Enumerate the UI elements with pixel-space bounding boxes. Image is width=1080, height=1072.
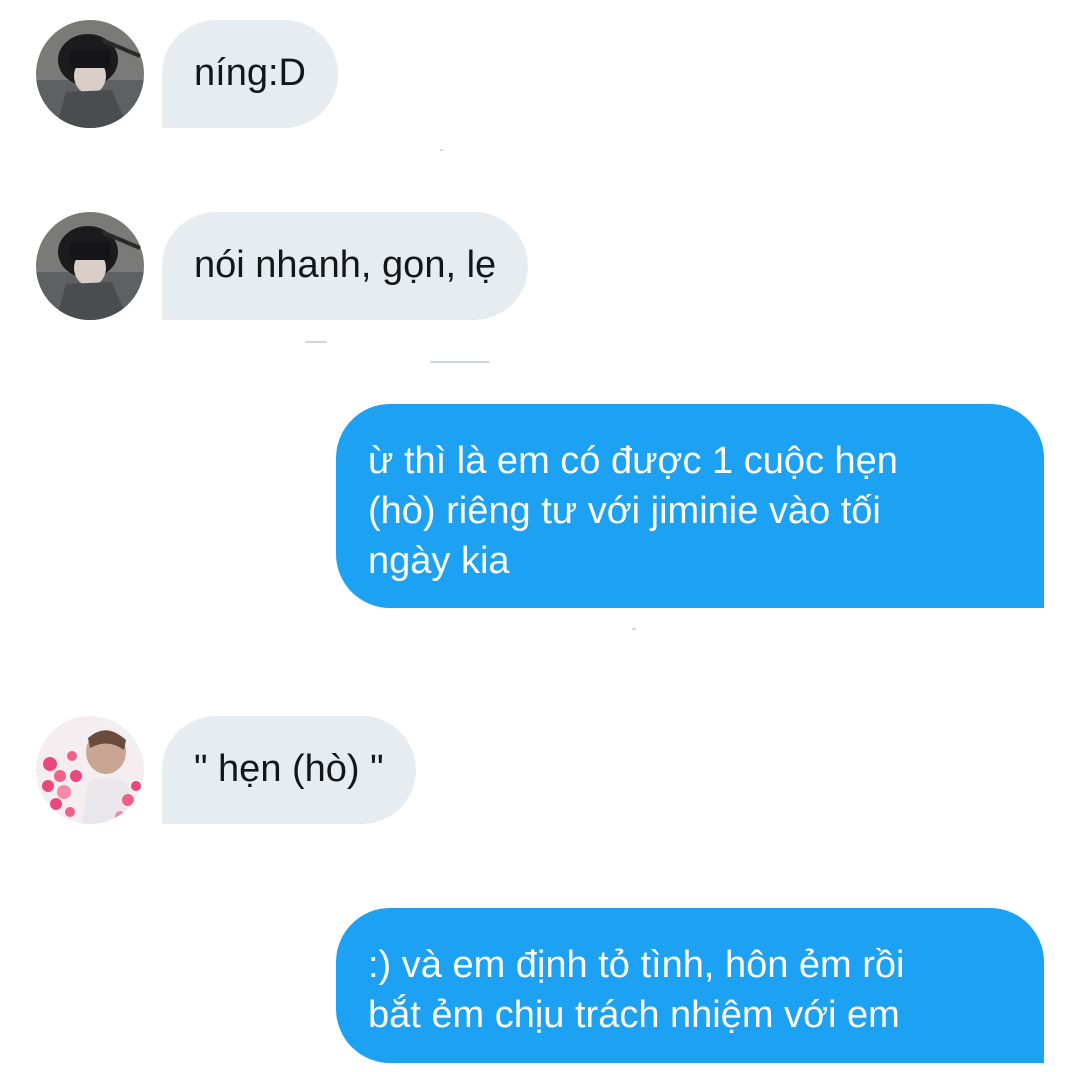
- divider: [632, 628, 636, 630]
- message-line: bắt ẻm chịu trách nhiệm với em: [368, 994, 900, 1036]
- message-text: níng:D: [194, 52, 306, 94]
- avatar[interactable]: [36, 212, 144, 320]
- message-row: nói nhanh, gọn, lẹ: [0, 190, 1080, 330]
- message-text: " hẹn (hò) ": [194, 748, 384, 790]
- divider: [305, 341, 327, 343]
- avatar[interactable]: [36, 716, 144, 824]
- message-line: :) và em định tỏ tình, hôn ẻm rồi: [368, 944, 905, 986]
- message-bubble-incoming[interactable]: níng:D: [162, 20, 338, 128]
- message-bubble-incoming[interactable]: " hẹn (hò) ": [162, 716, 416, 824]
- message-row: " hẹn (hò) ": [0, 700, 1080, 840]
- hooded-boy-avatar-icon: [36, 212, 144, 320]
- message-text: nói nhanh, gọn, lẹ: [194, 244, 497, 286]
- hearts-boy-avatar-icon: [36, 716, 144, 824]
- message-bubble-outgoing[interactable]: ừ thì là em có được 1 cuộc hẹn (hò) riên…: [336, 404, 1044, 608]
- hooded-boy-avatar-icon: [36, 20, 144, 128]
- message-line: ừ thì là em có được 1 cuộc hẹn: [368, 440, 898, 482]
- message-bubble-incoming[interactable]: nói nhanh, gọn, lẹ: [162, 212, 529, 320]
- divider: [440, 149, 443, 151]
- message-row: níng:D: [0, 0, 1080, 140]
- message-line: ngày kia: [368, 540, 510, 582]
- divider: [430, 361, 490, 363]
- message-line: (hò) riêng tư với jiminie vào tối: [368, 490, 881, 532]
- message-bubble-outgoing[interactable]: :) và em định tỏ tình, hôn ẻm rồi bắt ẻm…: [336, 908, 1044, 1063]
- avatar[interactable]: [36, 20, 144, 128]
